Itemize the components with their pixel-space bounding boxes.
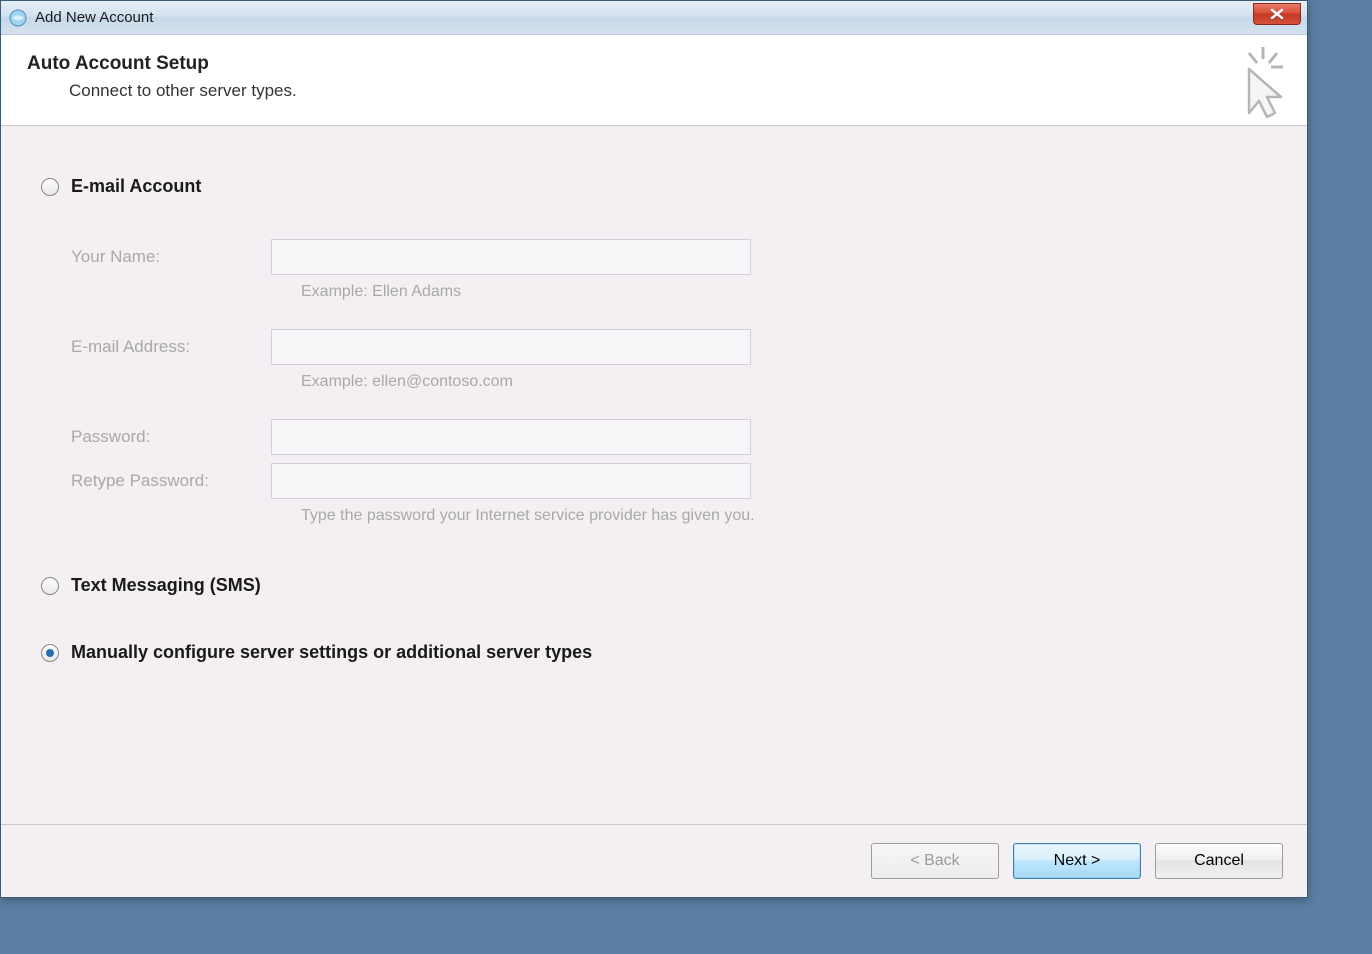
radio-manual-label: Manually configure server settings or ad…	[71, 642, 592, 663]
email-label: E-mail Address:	[71, 337, 271, 357]
wizard-subtitle: Connect to other server types.	[69, 81, 1281, 101]
option-email-account[interactable]: E-mail Account	[41, 176, 1267, 197]
option-manual-config[interactable]: Manually configure server settings or ad…	[41, 642, 1267, 663]
radio-sms-label: Text Messaging (SMS)	[71, 575, 261, 596]
retype-password-input	[271, 463, 751, 499]
next-button[interactable]: Next >	[1013, 843, 1141, 879]
option-sms[interactable]: Text Messaging (SMS)	[41, 575, 1267, 596]
wizard-title: Auto Account Setup	[27, 53, 1281, 75]
password-input	[271, 419, 751, 455]
cursor-click-icon	[1219, 45, 1289, 115]
radio-email-label: E-mail Account	[71, 176, 201, 197]
back-button: < Back	[871, 843, 999, 879]
email-hint: Example: ellen@contoso.com	[271, 373, 1267, 391]
password-hint: Type the password your Internet service …	[271, 507, 1267, 525]
titlebar[interactable]: Add New Account	[1, 1, 1307, 35]
password-label: Password:	[71, 427, 271, 447]
wizard-content: E-mail Account Your Name: Example: Ellen…	[1, 126, 1307, 825]
radio-dot-icon	[46, 649, 54, 657]
close-icon	[1270, 8, 1284, 20]
close-button[interactable]	[1253, 3, 1301, 25]
wizard-header: Auto Account Setup Connect to other serv…	[1, 35, 1307, 126]
cancel-button[interactable]: Cancel	[1155, 843, 1283, 879]
name-input	[271, 239, 751, 275]
app-icon	[9, 9, 27, 27]
add-account-window: Add New Account Auto Account Setup Conne…	[0, 0, 1308, 898]
retype-password-label: Retype Password:	[71, 471, 271, 491]
email-form: Your Name: Example: Ellen Adams E-mail A…	[71, 239, 1267, 525]
wizard-footer: < Back Next > Cancel	[1, 825, 1307, 897]
name-hint: Example: Ellen Adams	[271, 283, 1267, 301]
radio-email[interactable]	[41, 178, 59, 196]
email-input	[271, 329, 751, 365]
name-label: Your Name:	[71, 247, 271, 267]
radio-manual[interactable]	[41, 644, 59, 662]
window-title: Add New Account	[35, 9, 153, 26]
radio-sms[interactable]	[41, 577, 59, 595]
